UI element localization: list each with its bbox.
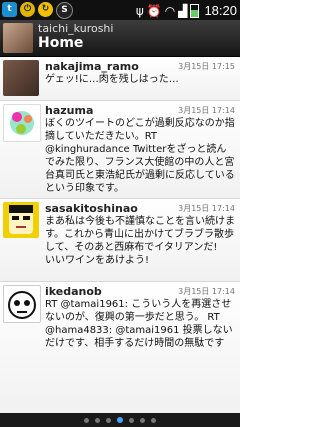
tweet-author[interactable]: hazuma [45, 104, 93, 117]
page-dot[interactable] [140, 417, 145, 423]
tweet-text: まあ私は今後も不謹慎なことを言い続けます。これから青山に出かけてブラブラ散歩して… [45, 216, 235, 266]
status-bar: t ⏻ ↻ S ψ ⏰ ◠ ▟ 18:20 [0, 0, 240, 20]
twitter-icon: t [2, 2, 17, 17]
s-app-icon: S [56, 2, 73, 19]
tweet-text: ぼくのツイートのどこが過剰反応なのか指摘していただきたい。RT @kinghur… [45, 118, 235, 194]
page-dot[interactable] [106, 417, 111, 423]
page-dot[interactable] [84, 417, 89, 423]
tweet-author[interactable]: ikedanob [45, 285, 102, 298]
header-username: taichi_kuroshi [38, 22, 114, 35]
face-icon [9, 205, 33, 234]
tweet-date: 3月15日 17:15 [178, 62, 235, 71]
avatar[interactable] [3, 202, 39, 238]
page-dot[interactable] [151, 417, 156, 423]
tweet-date: 3月15日 17:14 [178, 106, 235, 115]
flower-icon [10, 111, 34, 135]
tweet-item[interactable]: nakajima_ramo 3月15日 17:15 ゲェッ!に…肉を残しはった… [0, 57, 240, 101]
alarm-icon: ⏰ [146, 3, 162, 18]
tweet-date: 3月15日 17:14 [178, 204, 235, 213]
signal-icon: ▟ [178, 3, 188, 18]
usb-icon: ψ [135, 3, 144, 18]
tweet-author[interactable]: sasakitoshinao [45, 202, 138, 215]
avatar[interactable] [3, 104, 41, 142]
tweet-author[interactable]: nakajima_ramo [45, 60, 139, 73]
tweet-item[interactable]: sasakitoshinao 3月15日 17:14 まあ私は今後も不謹慎なこと… [0, 199, 240, 282]
wifi-icon: ◠ [164, 3, 176, 18]
page-dot[interactable] [129, 417, 134, 423]
tweet-text: RT @tamai1961: こういう人を再選させないのが、復興の第一歩だと思う… [45, 299, 233, 349]
sync-icon: ↻ [38, 2, 53, 17]
page-title: Home [38, 35, 84, 51]
timeline[interactable]: nakajima_ramo 3月15日 17:15 ゲェッ!に…肉を残しはった…… [0, 57, 240, 413]
user-avatar[interactable] [3, 23, 33, 53]
avatar[interactable] [3, 285, 41, 323]
app-header: taichi_kuroshi Home [0, 20, 240, 57]
avatar[interactable] [3, 60, 39, 96]
page-dot[interactable] [95, 417, 100, 423]
page-dot-active[interactable] [117, 417, 123, 423]
power-icon: ⏻ [20, 2, 35, 17]
tweet-date: 3月15日 17:14 [178, 287, 235, 296]
tweet-item[interactable]: hazuma 3月15日 17:14 ぼくのツイートのどこが過剰反応なのか指摘し… [0, 101, 240, 199]
tweet-text: ゲェッ!に…肉を残しはった… [45, 74, 179, 85]
battery-icon [190, 3, 200, 18]
cartoon-face-icon [8, 291, 36, 319]
tweet-item[interactable]: ikedanob 3月15日 17:14 RT @tamai1961: こういう… [0, 282, 240, 413]
page-indicator [0, 413, 240, 427]
status-clock: 18:20 [204, 3, 237, 18]
